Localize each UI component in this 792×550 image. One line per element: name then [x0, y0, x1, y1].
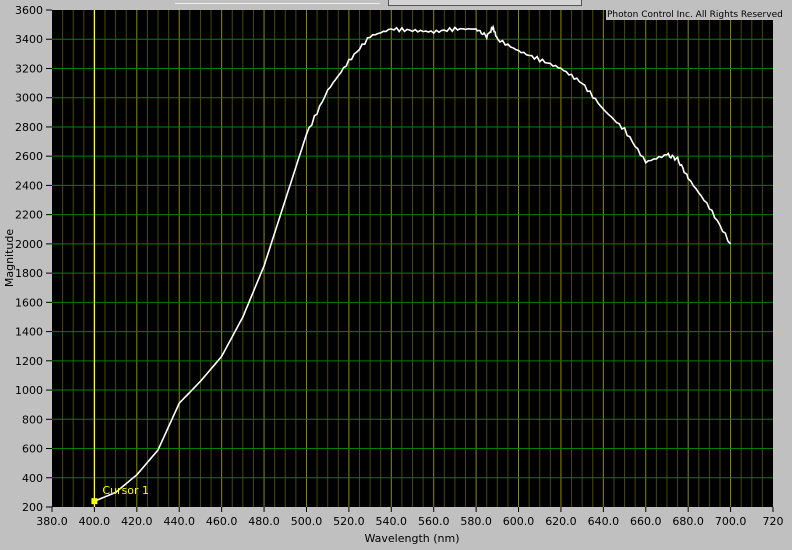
x-tick-label: 460.0: [206, 515, 238, 528]
y-tick-label: 1400: [15, 326, 43, 339]
y-tick-label: 2200: [15, 209, 43, 222]
y-tick-label: 2000: [15, 238, 43, 251]
x-tick-label: 380.0: [36, 515, 68, 528]
y-tick-label: 800: [22, 413, 43, 426]
x-tick-label: 400.0: [79, 515, 111, 528]
x-tick-label: 600.0: [503, 515, 535, 528]
x-tick-label: 620.0: [545, 515, 577, 528]
y-tick-label: 3400: [15, 33, 43, 46]
y-tick-label: 3200: [15, 62, 43, 75]
y-tick-label: 3600: [15, 4, 43, 17]
y-tick-label: 1600: [15, 296, 43, 309]
x-tick-label: 560.0: [418, 515, 450, 528]
y-tick-label: 1800: [15, 267, 43, 280]
cursor-label: Cursor 1: [102, 484, 149, 497]
x-tick-label: 480.0: [248, 515, 280, 528]
y-tick-label: 200: [22, 501, 43, 514]
x-tick-label: 500.0: [291, 515, 323, 528]
x-axis-label: Wavelength (nm): [364, 532, 459, 545]
x-tick-label: 540.0: [376, 515, 408, 528]
y-tick-label: 2800: [15, 121, 43, 134]
x-tick-label: 440.0: [163, 515, 195, 528]
x-tick-label: 700.0: [715, 515, 747, 528]
y-tick-label: 1200: [15, 355, 43, 368]
y-tick-label: 600: [22, 443, 43, 456]
y-tick-label: 3000: [15, 92, 43, 105]
y-tick-label: 1000: [15, 384, 43, 397]
x-tick-label: 720: [763, 515, 784, 528]
copyright-notice: Photon Control Inc. All Rights Reserved: [606, 10, 784, 20]
x-tick-label: 640.0: [588, 515, 620, 528]
x-tick-label: 660.0: [630, 515, 662, 528]
y-tick-label: 2400: [15, 179, 43, 192]
y-axis-label: Magnitude: [3, 229, 16, 288]
spectrum-chart: 380.0 400.0 420.0 440.0 460.0 480.0 500.0 520.0…: [3, 4, 784, 545]
y-tick-label: 400: [22, 472, 43, 485]
y-tick-label: 2600: [15, 150, 43, 163]
x-tick-label: 420.0: [121, 515, 153, 528]
x-tick-label: 580.0: [460, 515, 492, 528]
x-tick-label: 680.0: [672, 515, 704, 528]
x-tick-label: 520.0: [333, 515, 365, 528]
cursor-marker[interactable]: [91, 498, 98, 505]
